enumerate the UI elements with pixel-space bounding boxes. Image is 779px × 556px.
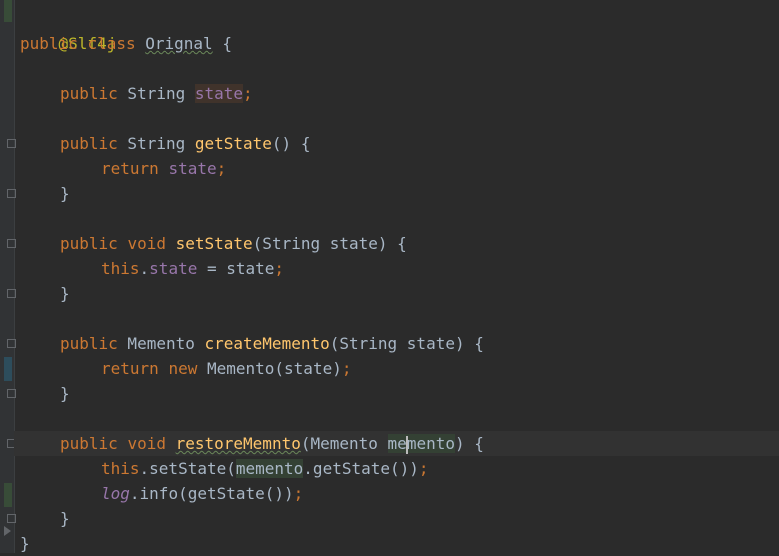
code-line: } — [20, 281, 779, 306]
semicolon: ; — [243, 84, 253, 103]
semicolon: ; — [418, 459, 429, 478]
code-line: } — [20, 181, 779, 206]
code-text: (Memento — [300, 434, 388, 453]
fold-icon[interactable] — [7, 339, 16, 348]
keyword: public — [60, 434, 118, 453]
method-name: restoreMemnto — [175, 434, 301, 453]
code-editor[interactable]: @Slf4j public class Orignal { public Str… — [14, 6, 779, 556]
closing-brace: } — [60, 384, 70, 403]
code-line: public String state; — [20, 81, 779, 106]
closing-brace: } — [60, 509, 70, 528]
variable-usage: memento — [235, 459, 304, 478]
semicolon: ; — [341, 359, 352, 378]
code-line: } — [20, 381, 779, 406]
fold-arrow-icon[interactable] — [4, 526, 11, 536]
keyword: public — [60, 84, 118, 103]
method-name: getState — [194, 134, 272, 153]
class-name: Orignal — [145, 34, 213, 53]
code-line: this.state = state; — [20, 256, 779, 281]
closing-brace: } — [20, 534, 30, 553]
code-line: @Slf4j — [20, 6, 779, 53]
static-field: log — [101, 484, 130, 503]
keyword: void — [127, 434, 166, 453]
parameter-part: mento — [406, 434, 455, 453]
fold-icon[interactable] — [7, 289, 16, 298]
code-line: public Memento createMemento(String stat… — [20, 331, 779, 356]
code-line: public class Orignal { — [20, 31, 779, 56]
parameter-part: me — [387, 434, 407, 453]
semicolon: ; — [216, 159, 227, 178]
code-text: Memento — [117, 334, 205, 353]
code-line: public String getState() { — [20, 131, 779, 156]
field-name: state — [168, 159, 217, 178]
code-line: return new Memento(state); — [20, 356, 779, 381]
code-text: String — [117, 84, 195, 103]
closing-brace: } — [60, 184, 70, 203]
change-marker — [4, 357, 12, 381]
fold-icon[interactable] — [7, 189, 16, 198]
keyword: public — [20, 34, 78, 53]
code-line: } — [20, 531, 779, 556]
code-line: this.setState(memento.getState()); — [20, 456, 779, 481]
code-text: (String state) { — [329, 334, 484, 353]
keyword: class — [87, 34, 136, 53]
keyword: void — [127, 234, 166, 253]
code-line: log.info(getState()); — [20, 481, 779, 506]
code-text: (String state) { — [252, 234, 407, 253]
keyword: public — [60, 334, 118, 353]
code-text: Memento(state) — [197, 359, 342, 378]
change-marker — [4, 0, 12, 22]
closing-brace: } — [60, 284, 70, 303]
semicolon: ; — [274, 259, 285, 278]
fold-icon[interactable] — [7, 139, 16, 148]
code-line: return state; — [20, 156, 779, 181]
field-name: state — [149, 259, 198, 278]
keyword: new — [168, 359, 198, 378]
code-text: .info(getState()) — [129, 484, 294, 503]
fold-icon[interactable] — [7, 239, 16, 248]
keyword: this — [101, 459, 140, 478]
code-text: .setState( — [139, 459, 236, 478]
keyword: return — [101, 159, 159, 178]
field-name: state — [194, 84, 244, 103]
parameter-name: memento — [387, 434, 455, 454]
code-text: () { — [271, 134, 311, 153]
code-text: ) { — [454, 434, 484, 453]
current-code-line: public void restoreMemnto(Memento mement… — [14, 431, 779, 456]
code-text: = state — [197, 259, 275, 278]
fold-icon[interactable] — [7, 514, 16, 523]
code-line: public void setState(String state) { — [20, 231, 779, 256]
code-text: . — [139, 259, 150, 278]
code-text: String — [117, 134, 195, 153]
keyword: public — [60, 234, 118, 253]
code-text: .getState()) — [303, 459, 419, 478]
editor-gutter[interactable] — [0, 0, 16, 553]
code-text: { — [212, 34, 232, 53]
method-name: setState — [175, 234, 253, 253]
method-name: createMemento — [204, 334, 330, 353]
fold-icon[interactable] — [7, 389, 16, 398]
keyword: return — [101, 359, 159, 378]
change-marker — [4, 483, 12, 507]
code-line: } — [20, 506, 779, 531]
keyword: this — [101, 259, 140, 278]
keyword: public — [60, 134, 118, 153]
semicolon: ; — [293, 484, 304, 503]
